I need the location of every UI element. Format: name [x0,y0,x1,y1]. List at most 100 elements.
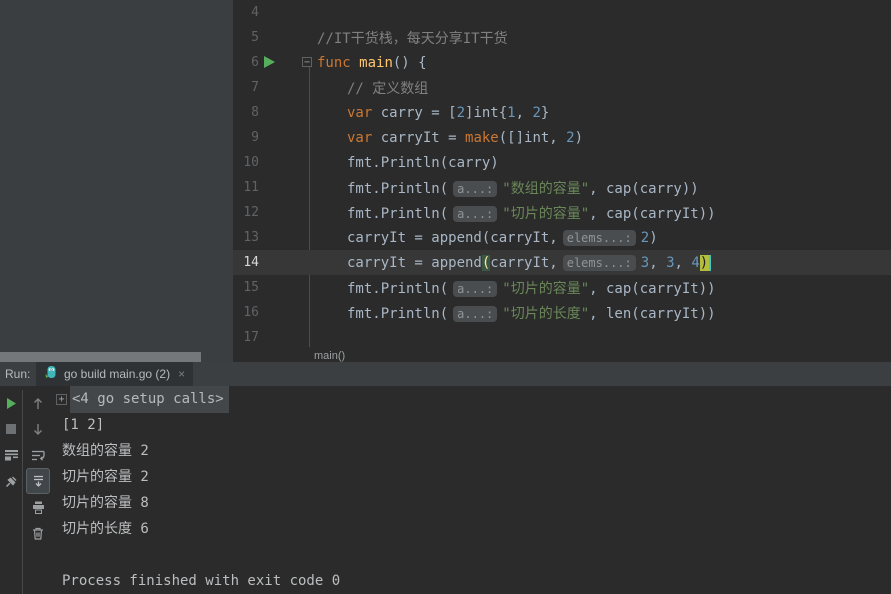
console-fold-line[interactable]: +<4 go setup calls> [52,386,891,412]
line-number: 17 [233,325,259,347]
parameter-hint[interactable]: elems...: [563,230,636,246]
code-token: ) [649,230,657,246]
comment-token: //IT干货栈，每天分享IT干货 [317,31,508,47]
console-line: Process finished with exit code 0 [52,568,891,594]
code-token: ([]int, [499,130,566,146]
line-number: 8 [233,100,259,125]
down-arrow-icon[interactable] [25,416,51,442]
number-token: 2 [641,230,649,246]
close-icon[interactable]: × [178,367,185,381]
code-line[interactable]: 15fmt.Println(a...:"切片的容量", cap(carryIt)… [233,275,891,300]
comment-token: // 定义数组 [347,81,428,97]
run-toolbar [0,390,23,594]
scroll-to-end-icon[interactable] [26,468,50,494]
line-number: 6 [233,50,259,75]
number-token: 1 [507,105,515,121]
code-token: carryIt = [381,130,465,146]
code-line[interactable]: 11fmt.Println(a...:"数组的容量", cap(carry)) [233,175,891,200]
run-tab[interactable]: go build main.go (2) × [36,362,193,386]
print-icon[interactable] [25,494,51,520]
code-token: fmt.Println( [347,281,448,297]
parameter-hint[interactable]: a...: [453,206,497,222]
parameter-hint[interactable]: a...: [453,306,497,322]
editor-gutter: 14 [233,250,313,275]
function-name-token: main [359,55,393,71]
code-line[interactable]: 8 var carry = [2]int{1, 2} [233,100,891,125]
code-line[interactable]: 4 [233,0,891,25]
run-tab-label: go build main.go (2) [64,367,170,381]
code-token: fmt.Println( [347,181,448,197]
parameter-hint[interactable]: elems...: [563,255,636,271]
console-line: 切片的容量 2 [52,464,891,490]
keyword-token: var [347,130,381,146]
parameter-hint[interactable]: a...: [453,281,497,297]
horizontal-scrollbar[interactable] [0,352,233,362]
go-gopher-icon [44,365,58,384]
code-text: carryIt = append(carryIt,elems...:3, 3, … [313,255,711,271]
run-toolwindow-header: Run: go build main.go (2) × [0,362,891,386]
clear-icon[interactable] [25,520,51,546]
editor-gutter: 8 [233,100,313,125]
soft-wrap-icon[interactable] [25,442,51,468]
line-number: 7 [233,75,259,100]
code-editor[interactable]: 45//IT干货栈，每天分享IT干货6−func main() {7// 定义数… [233,0,891,347]
code-token: , cap(carry)) [589,181,699,197]
parameter-hint[interactable]: a...: [453,181,497,197]
expand-fold-icon[interactable]: + [56,394,67,405]
code-line[interactable]: 5//IT干货栈，每天分享IT干货 [233,25,891,50]
code-token: , [516,105,533,121]
editor-gutter: 6− [233,50,313,75]
editor-gutter: 13 [233,225,313,250]
editor-gutter: 16 [233,300,313,325]
layout-icon[interactable] [0,442,22,468]
code-text: fmt.Println( a...: "数组的容量", cap(carry)) [313,178,699,198]
code-line[interactable]: 17 [233,325,891,347]
code-line[interactable]: 14carryIt = append(carryIt,elems...:3, 3… [233,250,891,275]
code-text: // 定义数组 [313,78,428,98]
string-token: "切片的容量" [502,281,589,297]
code-token: carry = [ [381,105,457,121]
rerun-icon[interactable] [0,390,22,416]
fold-collapse-icon[interactable]: − [302,57,312,67]
code-line[interactable]: 7 // 定义数组 [233,75,891,100]
code-text: var carry = [2]int{1, 2} [313,105,549,121]
line-number: 14 [233,250,259,275]
editor-gutter: 17 [233,325,313,347]
code-text: carryIt = append(carryIt,elems...:2) [313,230,658,246]
pin-icon[interactable] [0,468,22,494]
keyword-token: make [465,130,499,146]
line-number: 4 [233,0,259,25]
fold-summary-text: <4 go setup calls> [70,386,229,413]
ide-window: 45//IT干货栈，每天分享IT干货6−func main() {7// 定义数… [0,0,891,594]
code-token: fmt.Println( [347,206,448,222]
code-line[interactable]: 12fmt.Println(a...:"切片的容量", cap(carryIt)… [233,200,891,225]
number-token: 3 [666,255,674,271]
line-number: 13 [233,225,259,250]
code-text: fmt.Println(a...:"切片的容量", cap(carryIt)) [313,278,716,298]
up-arrow-icon[interactable] [25,390,51,416]
run-toolwindow-label: Run: [0,362,36,386]
code-token: carryIt = append [347,255,482,271]
string-token: "数组的容量" [502,181,589,197]
code-token: fmt.Println(carry) [347,155,499,171]
editor-gutter: 10 [233,150,313,175]
editor-gutter: 5 [233,25,313,50]
scrollbar-thumb[interactable] [0,352,201,362]
code-token: ]int{ [465,105,507,121]
code-line[interactable]: 13carryIt = append(carryIt,elems...:2) [233,225,891,250]
string-token: "切片的容量" [502,206,589,222]
breadcrumb-main[interactable]: main() [314,350,345,362]
run-main-icon[interactable] [264,56,275,68]
code-line[interactable]: 9var carryIt = make([]int, 2) [233,125,891,150]
code-line[interactable]: 16fmt.Println(a...:"切片的长度", len(carryIt)… [233,300,891,325]
number-token: 2 [566,130,574,146]
code-token: } [541,105,549,121]
line-number: 16 [233,300,259,325]
console-output[interactable]: +<4 go setup calls>[1 2]数组的容量 2切片的容量 2切片… [52,386,891,594]
editor-gutter: 4 [233,0,313,25]
project-panel [0,0,233,352]
code-line[interactable]: 6−func main() { [233,50,891,75]
code-line[interactable]: 10 fmt.Println(carry) [233,150,891,175]
code-token: carryIt, [490,255,557,271]
stop-icon[interactable] [0,416,22,442]
